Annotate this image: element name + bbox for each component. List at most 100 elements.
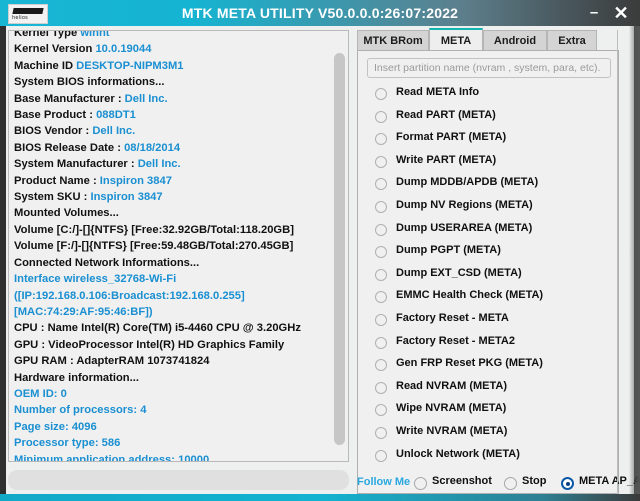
operation-option-label: Factory Reset - META	[396, 311, 509, 324]
operation-option-label: EMMC Health Check (META)	[396, 289, 544, 302]
log-scrollbar-thumb[interactable]	[334, 53, 345, 445]
info-line-key: System SKU :	[14, 191, 91, 204]
operation-option[interactable]: EMMC Health Check (META)	[358, 287, 620, 310]
radio-icon[interactable]	[375, 381, 387, 394]
radio-icon[interactable]	[375, 246, 387, 259]
radio-icon[interactable]	[375, 178, 387, 191]
tab-android[interactable]: Android	[483, 30, 547, 51]
operation-option[interactable]: Factory Reset - META2	[358, 333, 620, 356]
operation-option[interactable]: Dump USERAREA (META)	[358, 220, 620, 243]
info-line: BIOS Release Date : 08/18/2014	[14, 140, 330, 156]
operation-option[interactable]: Read PART (META)	[358, 107, 620, 130]
operation-option[interactable]: Dump NV Regions (META)	[358, 197, 620, 220]
info-line-key: Hardware information...	[14, 371, 139, 384]
info-line-value: DESKTOP-NIPM3M1	[76, 59, 184, 72]
info-line-value: Dell Inc.	[137, 158, 181, 171]
info-line: Machine ID DESKTOP-NIPM3M1	[14, 58, 330, 74]
info-line-key: Connected Network Informations...	[14, 256, 200, 269]
info-line: Base Manufacturer : Dell Inc.	[14, 91, 330, 107]
operation-option[interactable]: Format PART (META)	[358, 129, 620, 152]
radio-icon[interactable]	[375, 133, 387, 146]
operation-option[interactable]: Read META Info	[358, 84, 620, 107]
radio-icon[interactable]	[375, 426, 387, 439]
info-line: System BIOS informations...	[14, 74, 330, 90]
info-line-key: GPU : VideoProcessor Intel(R) HD Graphic…	[14, 338, 285, 351]
info-line-key: Kernel Type	[14, 30, 81, 39]
radio-icon[interactable]	[414, 477, 427, 490]
window-left-edge	[0, 26, 6, 494]
info-line-key: System BIOS informations...	[14, 76, 165, 89]
info-line: System SKU : Inspiron 3847	[14, 189, 330, 205]
partition-name-input[interactable]	[367, 58, 611, 78]
minimize-button[interactable]: –	[584, 0, 604, 26]
footer-option-label: Screenshot	[432, 475, 492, 487]
info-line-key: BIOS Vendor :	[14, 125, 93, 138]
info-line: Processor type: 586	[14, 435, 330, 451]
radio-icon[interactable]	[375, 268, 387, 281]
radio-icon[interactable]	[375, 359, 387, 372]
radio-icon[interactable]	[375, 200, 387, 213]
right-edge-divider	[617, 30, 618, 492]
window-title: MTK META UTILITY V50.0.0.0:26:07:2022	[181, 5, 459, 21]
operations-pane: MTK BRomMETAAndroidExtra Read META InfoR…	[357, 28, 620, 495]
operation-option[interactable]: Gen FRP Reset PKG (META)	[358, 355, 620, 378]
info-line: BIOS Vendor : Dell Inc.	[14, 123, 330, 139]
info-line: GPU RAM : AdapterRAM 1073741824	[14, 353, 330, 369]
tab-strip: MTK BRom META Android Extra	[357, 28, 619, 51]
operation-option-label: Unlock Network (META)	[396, 447, 520, 460]
operation-option[interactable]: Factory Reset - META	[358, 310, 620, 333]
operation-option-label: Write NVRAM (META)	[396, 424, 508, 437]
system-info-panel[interactable]: Kernel Type winnt Kernel Version 10.0.190…	[8, 30, 349, 462]
info-line-key: Machine ID	[14, 59, 77, 72]
operation-option[interactable]: Dump PGPT (META)	[358, 242, 620, 265]
radio-icon[interactable]	[375, 291, 387, 304]
info-line: Kernel Version 10.0.19044	[14, 41, 330, 57]
info-line: Hardware information...	[14, 370, 330, 386]
radio-icon[interactable]	[504, 477, 517, 490]
info-line-key: Mounted Volumes...	[14, 207, 119, 220]
radio-icon[interactable]	[375, 110, 387, 123]
info-line-value: 08/18/2014	[124, 141, 181, 154]
operation-option-label: Read PART (META)	[396, 108, 496, 121]
tab-meta[interactable]: META	[429, 28, 483, 51]
info-line-value: Dell Inc.	[124, 92, 168, 105]
info-line: Number of processors: 4	[14, 402, 330, 418]
radio-icon[interactable]	[375, 88, 387, 100]
footer-option-label: META AP_API	[579, 475, 640, 487]
operation-option[interactable]: Wipe NVRAM (META)	[358, 400, 620, 423]
radio-icon[interactable]	[375, 223, 387, 236]
radio-icon[interactable]	[375, 404, 387, 417]
title-bar: helios MTK META UTILITY V50.0.0.0:26:07:…	[0, 0, 640, 26]
info-line: GPU : VideoProcessor Intel(R) HD Graphic…	[14, 337, 330, 353]
info-line: Page size: 4096	[14, 419, 330, 435]
info-line: OEM ID: 0	[14, 386, 330, 402]
radio-icon[interactable]	[375, 313, 387, 326]
operation-option-label: Read META Info	[396, 86, 480, 98]
operation-option[interactable]: Dump MDDB/APDB (META)	[358, 174, 620, 197]
info-line-key: GPU RAM : AdapterRAM 1073741824	[14, 355, 210, 368]
operation-option[interactable]: Read NVRAM (META)	[358, 378, 620, 401]
operation-option[interactable]: Dump EXT_CSD (META)	[358, 265, 620, 288]
radio-icon[interactable]	[375, 449, 387, 462]
radio-icon[interactable]	[561, 477, 574, 490]
info-line-key: Kernel Version	[14, 43, 96, 56]
operation-option[interactable]: Write PART (META)	[358, 152, 620, 175]
operation-option-label: Format PART (META)	[396, 131, 507, 144]
operation-option-label: Write PART (META)	[396, 153, 497, 166]
close-button[interactable]: ✕	[610, 0, 632, 26]
radio-icon[interactable]	[375, 155, 387, 168]
app-window: helios MTK META UTILITY V50.0.0.0:26:07:…	[0, 0, 640, 501]
info-line-value: 10.0.19044	[95, 43, 152, 56]
window-bottom-edge	[0, 494, 640, 501]
info-line-value: Number of processors: 4	[14, 404, 147, 417]
tab-extra[interactable]: Extra	[547, 30, 597, 51]
info-line: Interface wireless_32768-Wi-Fi ([IP:192.…	[14, 271, 330, 320]
meta-tab-panel: Read META Info Read PART (META) Format PAR…	[357, 50, 620, 495]
info-line-value: OEM ID: 0	[14, 387, 67, 400]
operation-option[interactable]: Write NVRAM (META)	[358, 423, 620, 446]
tab-mtk-brom[interactable]: MTK BRom	[357, 30, 429, 51]
radio-icon[interactable]	[375, 336, 387, 349]
info-line-key: BIOS Release Date :	[14, 141, 125, 154]
operation-option[interactable]: Unlock Network (META)	[358, 446, 620, 469]
info-line: Mounted Volumes...	[14, 205, 330, 221]
